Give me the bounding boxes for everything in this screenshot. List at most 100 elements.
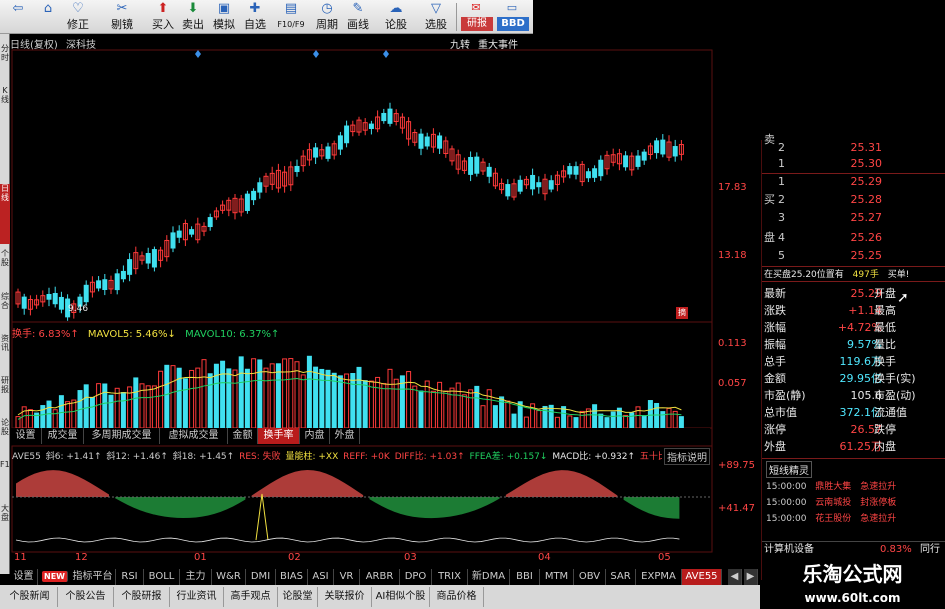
volume-bar: [604, 417, 610, 429]
ave-positive-area: [505, 470, 618, 497]
buy-row[interactable]: 1 25.29: [762, 174, 945, 190]
indicator-wr[interactable]: W&R: [212, 569, 246, 585]
volume-bar: [406, 371, 412, 429]
indicator-help-button[interactable]: 指标说明: [664, 448, 710, 465]
news-tabs: 个股新闻 个股公告 个股研报 行业资讯 高手观点 论股堂 关联报价 AI相似个股…: [0, 585, 760, 609]
quote-row: 涨停 26.57 跌停: [764, 423, 896, 436]
indicator-ave55[interactable]: AVE55: [682, 569, 722, 585]
legend-mavol10: MAVOL10: 6.37%↑: [185, 329, 280, 340]
candle: [387, 108, 393, 124]
volume-bar: [678, 416, 684, 429]
volume-bar: [375, 376, 381, 429]
indicator-dmi[interactable]: DMI: [246, 569, 276, 585]
indicator-obv[interactable]: OBV: [574, 569, 606, 585]
volume-bar: [598, 413, 604, 429]
ave-legend-item: REFF: +0K: [343, 452, 390, 462]
news-tab[interactable]: 个股新闻: [2, 587, 58, 607]
indicator-asi[interactable]: ASI: [308, 569, 334, 585]
candle: [120, 270, 126, 280]
indicator-dpo[interactable]: DPO: [400, 569, 432, 585]
volume-bar: [89, 396, 95, 429]
tab-turnover[interactable]: 换手率: [258, 428, 300, 444]
volume-bar: [660, 411, 666, 429]
volume-bar: [381, 382, 387, 429]
indicator-main-force[interactable]: 主力: [180, 569, 212, 585]
volume-bar: [511, 413, 517, 429]
x-axis-label: 05: [658, 552, 671, 563]
indicator-rsi[interactable]: RSI: [116, 569, 144, 585]
short-line-item[interactable]: 15:00:00 鼎胜大集 急速拉升: [762, 479, 945, 492]
indicator-settings[interactable]: 设置: [10, 569, 38, 585]
volume-bar: [52, 409, 58, 429]
indicator-boll[interactable]: BOLL: [144, 569, 180, 585]
news-tab[interactable]: 高手观点: [224, 587, 278, 607]
short-line-item[interactable]: 15:00:00 花王股份 急速拉升: [762, 511, 945, 524]
price-tick: 17.83: [718, 182, 747, 193]
candle: [257, 182, 263, 193]
buy-row[interactable]: 3 25.27: [762, 210, 945, 226]
candle: [145, 252, 151, 264]
news-tab[interactable]: 个股研报: [114, 587, 170, 607]
indicator-trix[interactable]: TRIX: [432, 569, 468, 585]
indicator-new-dma[interactable]: 新DMA: [468, 569, 510, 585]
candle: [102, 279, 108, 291]
volume-bar: [350, 373, 356, 429]
event-markers: [195, 50, 389, 58]
candle: [585, 171, 591, 179]
volume-bar: [65, 401, 71, 429]
volume-bar: [158, 370, 164, 429]
short-line-item[interactable]: 15:00:00 云南城投 封涨停板: [762, 495, 945, 508]
tab-settings[interactable]: 设置: [10, 428, 42, 444]
news-tab[interactable]: AI相似个股: [372, 587, 430, 607]
news-tab[interactable]: 论股堂: [278, 587, 318, 607]
candle: [536, 182, 542, 188]
event-marker-icon: [195, 50, 201, 58]
order-notice[interactable]: 在买盘25.20位置有 497手 买单!: [762, 266, 945, 282]
tab-multi-period-volume[interactable]: 多周期成交量: [84, 428, 160, 444]
buy-row[interactable]: 盘 4 25.26: [762, 230, 945, 246]
volume-bar: [443, 390, 449, 429]
volume-bar: [201, 359, 207, 429]
indicator-expma[interactable]: EXPMA: [636, 569, 682, 585]
tab-volume[interactable]: 成交量: [42, 428, 84, 444]
buy-side-label: 盘: [764, 231, 775, 244]
sell-row[interactable]: 1 25.30: [762, 156, 945, 172]
sell-row[interactable]: 卖 2 25.31: [762, 133, 945, 156]
tab-virtual-volume[interactable]: 虚拟成交量: [160, 428, 228, 444]
indicator-bias[interactable]: BIAS: [276, 569, 308, 585]
buy-row[interactable]: 买 2 25.28: [762, 192, 945, 208]
volume-bar: [480, 405, 486, 429]
x-axis-label: 03: [404, 552, 417, 563]
indicator-mtm[interactable]: MTM: [540, 569, 574, 585]
indicator-sar[interactable]: SAR: [606, 569, 636, 585]
volume-bar: [300, 374, 306, 429]
scroll-right-icon[interactable]: ▶: [744, 569, 758, 585]
indicator-platform[interactable]: 指标平台: [70, 569, 116, 585]
indicator-bbi[interactable]: BBI: [510, 569, 540, 585]
news-tab[interactable]: 个股公告: [58, 587, 114, 607]
short-line-title[interactable]: 短线精灵: [766, 461, 812, 478]
volume-bar: [325, 369, 331, 429]
candle: [505, 184, 511, 197]
volume-bar: [561, 406, 567, 429]
volume-bar: [424, 380, 430, 429]
volume-bar: [58, 395, 64, 429]
buy-row[interactable]: 5 25.25: [762, 248, 945, 264]
candle: [548, 180, 554, 190]
watermark-url: www.60lt.com: [804, 591, 901, 605]
candle: [567, 166, 573, 175]
tab-outer[interactable]: 外盘: [330, 428, 360, 444]
volume-bar: [486, 389, 492, 429]
ave-spike: [255, 493, 269, 541]
tab-inner[interactable]: 内盘: [300, 428, 330, 444]
news-tab[interactable]: 行业资讯: [170, 587, 224, 607]
news-tab[interactable]: 商品价格: [430, 587, 484, 607]
news-tab[interactable]: 关联报价: [318, 587, 372, 607]
tab-amount[interactable]: 金额: [228, 428, 258, 444]
candle: [52, 293, 58, 305]
event-badge[interactable]: 摘: [676, 307, 688, 319]
indicator-vr[interactable]: VR: [334, 569, 360, 585]
indicator-arbr[interactable]: ARBR: [360, 569, 400, 585]
ave-tick: +89.75: [718, 460, 756, 471]
scroll-left-icon[interactable]: ◀: [728, 569, 742, 585]
